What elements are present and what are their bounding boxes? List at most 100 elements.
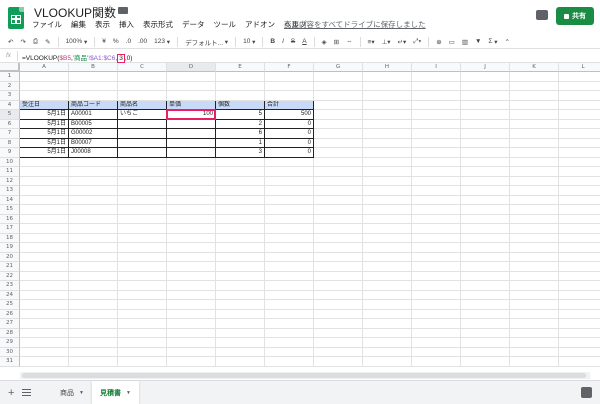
cell[interactable] bbox=[559, 110, 600, 120]
cell[interactable] bbox=[363, 100, 412, 110]
cell[interactable] bbox=[314, 186, 363, 196]
cell[interactable] bbox=[510, 281, 559, 291]
table-header-cell[interactable]: 商品名 bbox=[118, 100, 167, 110]
scrollbar-thumb[interactable] bbox=[22, 373, 586, 378]
cell[interactable] bbox=[461, 357, 510, 367]
cell[interactable] bbox=[412, 233, 461, 243]
cell[interactable] bbox=[216, 319, 265, 329]
cell[interactable] bbox=[216, 157, 265, 167]
cell[interactable] bbox=[412, 328, 461, 338]
cell[interactable] bbox=[412, 271, 461, 281]
cell[interactable] bbox=[461, 72, 510, 82]
decrease-decimal-button[interactable]: .0 bbox=[126, 38, 131, 45]
cell[interactable] bbox=[314, 81, 363, 91]
cell[interactable] bbox=[314, 205, 363, 215]
cell[interactable] bbox=[69, 347, 118, 357]
cell[interactable] bbox=[265, 300, 314, 310]
cell[interactable] bbox=[167, 262, 216, 272]
row-header[interactable]: 16 bbox=[0, 214, 20, 224]
cell[interactable] bbox=[118, 328, 167, 338]
cell[interactable] bbox=[118, 224, 167, 234]
cell[interactable] bbox=[314, 309, 363, 319]
cell[interactable] bbox=[363, 195, 412, 205]
cell[interactable] bbox=[412, 338, 461, 348]
all-sheets-icon[interactable] bbox=[22, 389, 31, 396]
cell[interactable] bbox=[461, 290, 510, 300]
cell[interactable] bbox=[118, 81, 167, 91]
redo-icon[interactable]: ↷ bbox=[20, 38, 25, 46]
cell[interactable] bbox=[559, 129, 600, 139]
cell[interactable] bbox=[167, 338, 216, 348]
cell[interactable] bbox=[461, 243, 510, 253]
cell[interactable] bbox=[510, 347, 559, 357]
fill-color-icon[interactable]: ◈ bbox=[322, 38, 327, 46]
column-header[interactable]: A bbox=[20, 63, 69, 72]
cell[interactable] bbox=[69, 252, 118, 262]
cell[interactable] bbox=[363, 186, 412, 196]
row-header[interactable]: 15 bbox=[0, 205, 20, 215]
cell[interactable] bbox=[69, 281, 118, 291]
align-left-icon[interactable]: ≡▾ bbox=[368, 38, 375, 46]
cell[interactable] bbox=[559, 262, 600, 272]
table-cell[interactable]: 6 bbox=[216, 129, 265, 139]
save-status[interactable]: 変更内容をすべてドライブに保存しました bbox=[284, 19, 426, 30]
column-header[interactable]: D bbox=[167, 63, 216, 72]
cell[interactable] bbox=[559, 272, 600, 281]
cell[interactable] bbox=[167, 214, 216, 224]
cell[interactable] bbox=[510, 100, 559, 110]
cell[interactable] bbox=[314, 72, 363, 82]
cell[interactable] bbox=[461, 233, 510, 243]
cell[interactable] bbox=[412, 205, 461, 215]
paint-format-icon[interactable]: ✎ bbox=[45, 38, 50, 46]
cell[interactable] bbox=[363, 243, 412, 253]
cell[interactable] bbox=[20, 347, 69, 357]
row-header[interactable]: 9 bbox=[0, 148, 20, 158]
cell[interactable] bbox=[363, 167, 412, 177]
cell[interactable] bbox=[216, 81, 265, 91]
column-header[interactable]: G bbox=[314, 63, 363, 72]
cell[interactable] bbox=[510, 224, 559, 234]
cell[interactable] bbox=[559, 139, 600, 148]
cell[interactable] bbox=[510, 290, 559, 300]
text-wrap-icon[interactable]: ↵▾ bbox=[398, 38, 407, 46]
cell[interactable] bbox=[216, 262, 265, 272]
cell[interactable] bbox=[363, 233, 412, 243]
cell[interactable] bbox=[216, 176, 265, 186]
cell[interactable] bbox=[216, 243, 265, 253]
row-header[interactable]: 3 bbox=[0, 91, 20, 101]
cell[interactable] bbox=[559, 148, 600, 158]
cell[interactable] bbox=[265, 233, 314, 243]
insert-chart-icon[interactable]: ▥ bbox=[462, 38, 468, 46]
cell[interactable] bbox=[20, 357, 69, 367]
cell[interactable] bbox=[510, 148, 559, 158]
column-header[interactable]: H bbox=[363, 63, 412, 72]
dropdown-caret-icon[interactable]: ▼ bbox=[79, 390, 84, 396]
table-header-cell[interactable]: 受注日 bbox=[20, 100, 69, 110]
cell[interactable] bbox=[461, 338, 510, 348]
cell[interactable] bbox=[69, 176, 118, 186]
cell[interactable] bbox=[265, 309, 314, 319]
cell[interactable] bbox=[20, 309, 69, 319]
cell[interactable] bbox=[20, 271, 69, 281]
cell[interactable] bbox=[118, 290, 167, 300]
cell[interactable] bbox=[118, 195, 167, 205]
row-header[interactable]: 7 bbox=[0, 129, 20, 139]
cell[interactable] bbox=[118, 319, 167, 329]
cell[interactable] bbox=[118, 233, 167, 243]
sheet-tab[interactable]: 見積書 ▼ bbox=[92, 381, 139, 404]
cell[interactable] bbox=[314, 347, 363, 357]
cell[interactable] bbox=[20, 319, 69, 329]
table-cell[interactable] bbox=[118, 119, 167, 129]
cell[interactable] bbox=[412, 347, 461, 357]
cell[interactable] bbox=[314, 119, 363, 129]
cell[interactable] bbox=[412, 214, 461, 224]
cell[interactable] bbox=[265, 290, 314, 300]
row-header[interactable]: 8 bbox=[0, 138, 20, 148]
cell[interactable] bbox=[69, 167, 118, 177]
cell[interactable] bbox=[559, 72, 600, 82]
cell[interactable] bbox=[461, 110, 510, 120]
table-cell[interactable]: G00002 bbox=[69, 129, 118, 139]
table-cell[interactable]: 5月1日 bbox=[20, 110, 69, 120]
cell[interactable] bbox=[461, 347, 510, 357]
insert-comment-icon[interactable]: ▭ bbox=[449, 38, 455, 46]
